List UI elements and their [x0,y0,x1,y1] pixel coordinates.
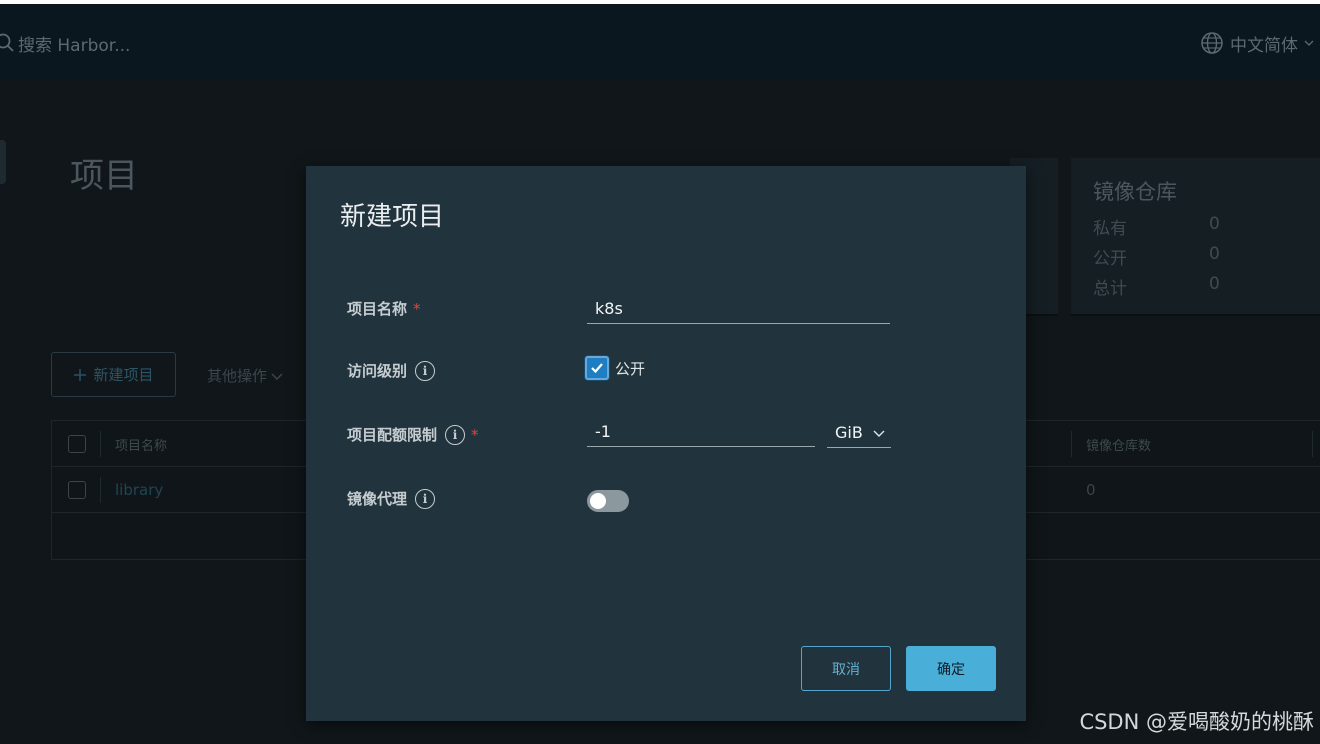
column-header-name[interactable]: 项目名称 [115,435,167,454]
page-title: 项目 [70,156,138,196]
public-checkbox-group[interactable]: 公开 [585,356,645,380]
watermark: CSDN @爱喝酸奶的桃酥 [1079,710,1314,734]
info-icon[interactable]: i [415,488,436,509]
project-name-label: 项目名称 * [347,298,421,319]
global-search[interactable]: 搜索 Harbor... [0,30,130,56]
private-label: 私有 [1093,219,1127,239]
chevron-down-icon [873,430,885,437]
repo-count-cell: 0 [1086,481,1096,499]
cancel-button[interactable]: 取消 [801,646,891,691]
required-mark: * [471,425,479,444]
proxy-cache-text: 镜像代理 [347,490,408,508]
language-selector[interactable]: 中文简体 [1200,30,1314,56]
chevron-down-icon [1304,40,1314,46]
new-project-label: 新建项目 [93,366,154,384]
total-label: 总计 [1093,279,1127,299]
more-actions-dropdown[interactable]: 其他操作 [207,365,283,386]
repo-summary-card: 镜像仓库 私有 0 公开 0 总计 0 [1071,158,1320,314]
public-option-label: 公开 [615,359,646,378]
column-divider [1071,431,1072,457]
chevron-down-icon [271,373,283,380]
proxy-cache-label: 镜像代理 i [347,488,436,509]
project-name-text: 项目名称 [347,300,408,318]
confirm-button[interactable]: 确定 [906,646,996,691]
sidebar-toggle[interactable] [0,140,6,184]
column-divider [100,431,101,457]
toggle-knob [590,493,606,509]
project-link[interactable]: library [115,481,163,499]
plus-icon [74,368,87,381]
required-mark: * [413,299,421,318]
more-actions-label: 其他操作 [207,367,268,385]
select-all-checkbox[interactable] [68,435,86,453]
proxy-cache-toggle[interactable] [587,490,629,512]
quota-label: 项目配额限制 i * [347,424,479,445]
globe-icon [1201,32,1223,54]
quota-input[interactable]: -1 [587,417,815,447]
new-project-dialog: 新建项目 项目名称 * k8s 访问级别 i 公开 项目配额限制 i * -1 … [306,166,1026,721]
info-icon[interactable]: i [445,424,466,445]
card-title: 镜像仓库 [1093,180,1177,204]
row-checkbox[interactable] [68,481,86,499]
column-divider [1312,431,1313,457]
private-count: 0 [1209,214,1220,234]
access-level-text: 访问级别 [347,362,408,380]
search-placeholder: 搜索 Harbor... [18,35,131,56]
new-project-button[interactable]: 新建项目 [51,352,176,397]
info-icon[interactable]: i [415,360,436,381]
language-label: 中文简体 [1230,35,1298,56]
check-icon [591,363,603,374]
public-label: 公开 [1093,249,1127,269]
total-count: 0 [1209,274,1220,294]
quota-unit-value: GiB [835,423,863,442]
app-header: 搜索 Harbor... 中文简体 [0,4,1320,80]
quota-text: 项目配额限制 [347,426,438,444]
public-count: 0 [1209,244,1220,264]
quota-unit-select[interactable]: GiB [827,418,891,448]
public-checkbox[interactable] [585,356,609,380]
project-name-input[interactable]: k8s [587,294,890,324]
search-icon [0,33,14,52]
column-divider [100,477,101,503]
access-level-label: 访问级别 i [347,360,436,381]
dialog-title: 新建项目 [340,202,445,232]
column-header-repo-count[interactable]: 镜像仓库数 [1086,435,1151,454]
